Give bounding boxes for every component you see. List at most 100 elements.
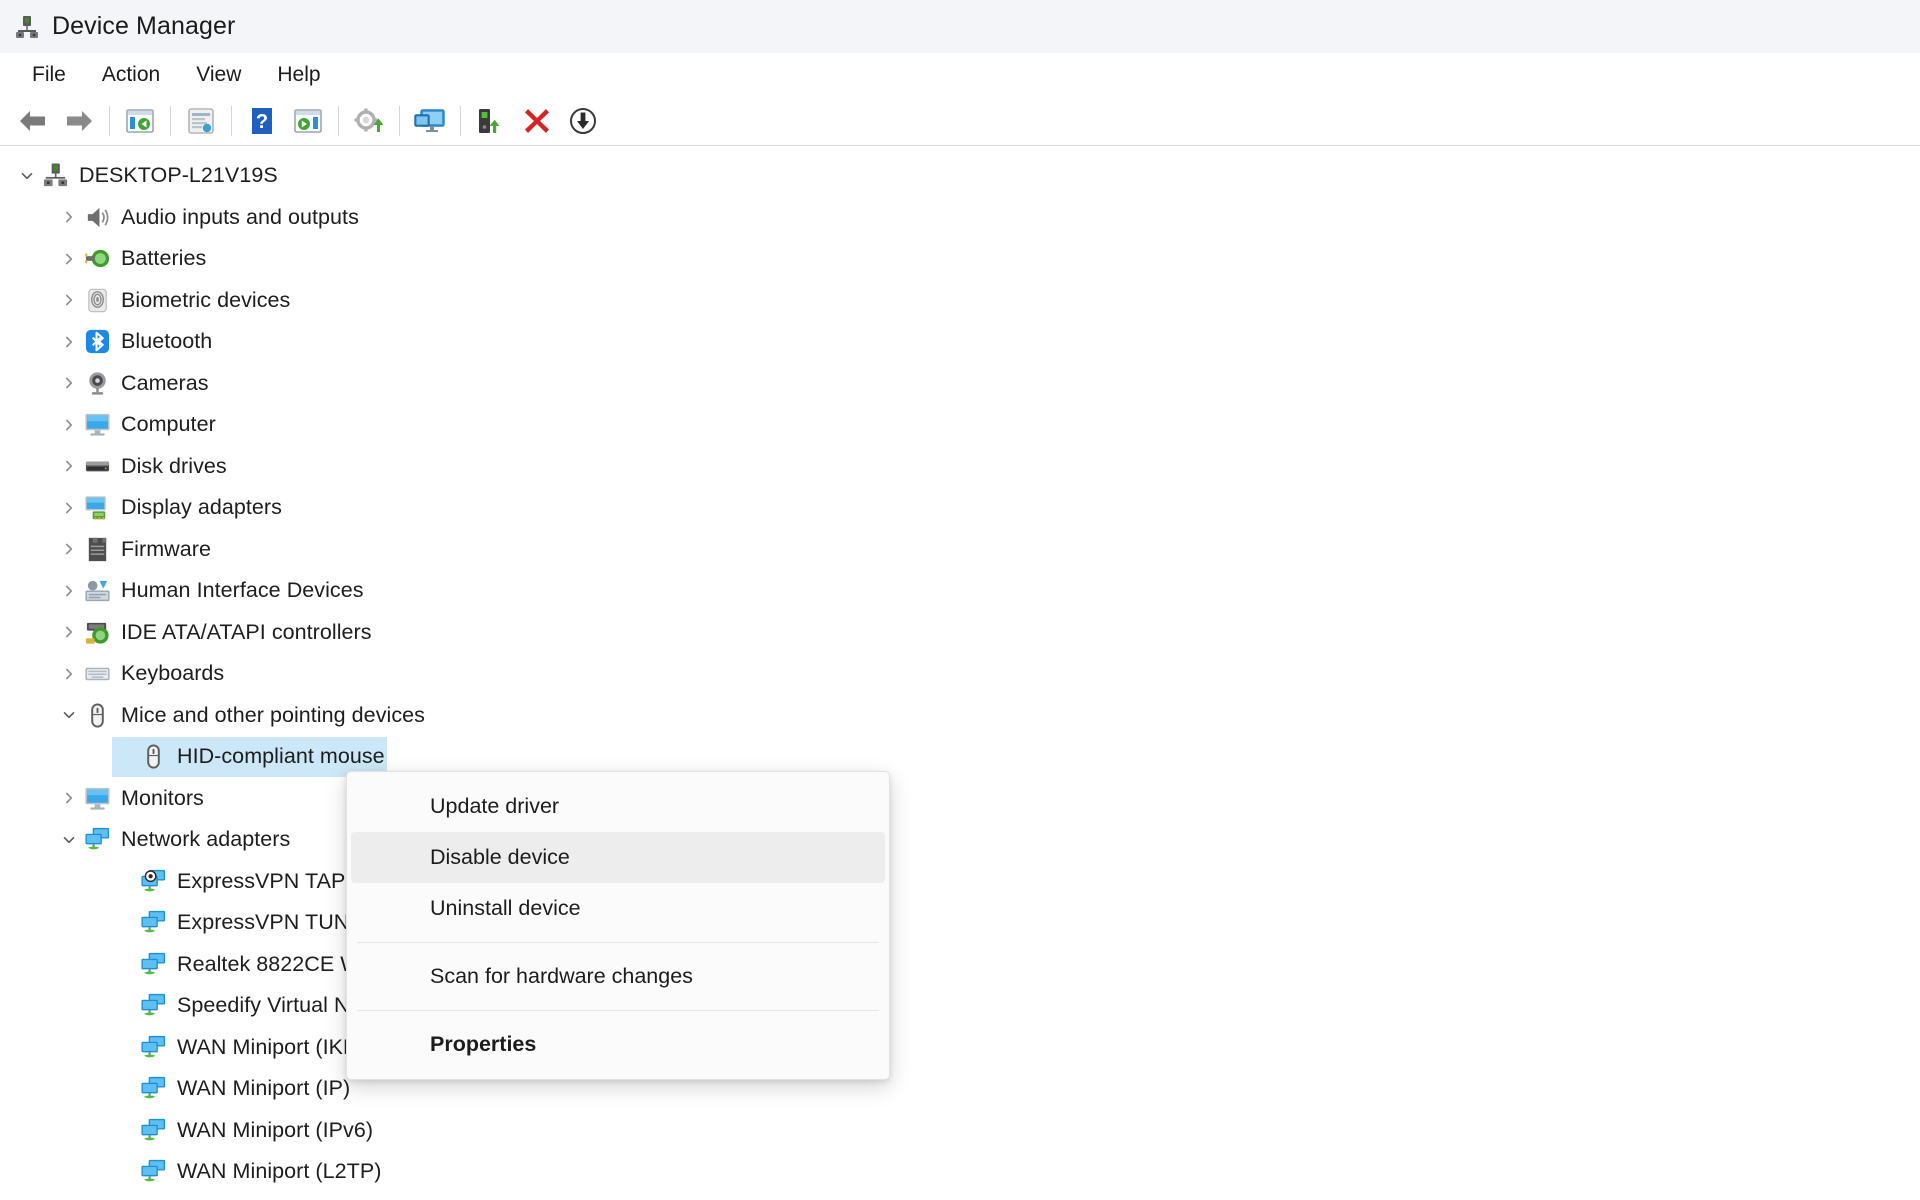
disable-device-button[interactable] xyxy=(560,101,606,141)
tree-item[interactable]: Audio inputs and outputs xyxy=(0,197,1920,239)
tree-item[interactable]: Display adapters xyxy=(0,487,1920,529)
back-button[interactable] xyxy=(10,101,56,141)
tree-item[interactable]: Bluetooth xyxy=(0,321,1920,363)
keyboard-icon xyxy=(84,660,111,687)
tree-expander[interactable] xyxy=(56,329,82,355)
context-menu-item[interactable]: Update driver xyxy=(351,781,885,832)
tree-expander[interactable] xyxy=(56,785,82,811)
tree-item[interactable]: ExpressVPN TAP Adapter xyxy=(0,861,1920,903)
properties-button[interactable] xyxy=(178,101,224,141)
tree-item-label: DESKTOP-L21V19S xyxy=(79,163,278,187)
monitor-icon xyxy=(85,787,110,810)
tree-item[interactable]: WAN Miniport (IKEv2) xyxy=(0,1027,1920,1069)
hid-icon xyxy=(84,577,111,604)
scan-hardware-icon xyxy=(414,108,445,132)
tree-item[interactable]: Firmware xyxy=(0,529,1920,571)
menu-action[interactable]: Action xyxy=(86,60,176,90)
chevron-right-icon xyxy=(66,294,73,306)
tree-item-label: HID-compliant mouse xyxy=(177,744,385,768)
tree-item[interactable]: HID-compliant mouse xyxy=(0,736,1920,778)
tree-expander[interactable] xyxy=(56,412,82,438)
tree-item[interactable]: Realtek 8822CE Wireless LAN 802.11ac PCI… xyxy=(0,944,1920,986)
tree-item[interactable]: Human Interface Devices xyxy=(0,570,1920,612)
tree-item-label: Computer xyxy=(121,412,216,436)
device-tree-panel[interactable]: DESKTOP-L21V19S Audio inputs and outputs B… xyxy=(0,146,1920,1200)
properties-icon xyxy=(188,107,214,134)
tree-expander[interactable] xyxy=(56,453,82,479)
network-adapter-icon xyxy=(140,1117,167,1144)
help-button[interactable]: ? xyxy=(239,101,285,141)
tree-expander xyxy=(112,868,138,894)
tree-expander[interactable] xyxy=(56,827,82,853)
scan-for-hardware-changes-button[interactable] xyxy=(407,101,453,141)
show-hide-console-tree-button[interactable] xyxy=(117,101,163,141)
computer-root-icon xyxy=(43,163,68,187)
device-context-menu[interactable]: Update driver Disable device Uninstall dev… xyxy=(346,771,890,1080)
tree-expander[interactable] xyxy=(56,495,82,521)
menu-file[interactable]: File xyxy=(16,60,82,90)
tree-item[interactable]: WAN Miniport (IPv6) xyxy=(0,1110,1920,1152)
tree-item[interactable]: Network adapters xyxy=(0,819,1920,861)
menu-bar: File Action View Help xyxy=(0,53,1920,96)
biometric-icon xyxy=(84,287,111,314)
enable-device-button[interactable] xyxy=(468,101,514,141)
chevron-right-icon xyxy=(66,419,73,431)
tree-item[interactable]: Cameras xyxy=(0,363,1920,405)
tree-item[interactable]: Speedify Virtual Network Adapter xyxy=(0,985,1920,1027)
tree-item[interactable]: Disk drives xyxy=(0,446,1920,488)
biometric-icon xyxy=(88,288,107,312)
tree-item[interactable]: Batteries xyxy=(0,238,1920,280)
monitor-icon xyxy=(84,785,111,812)
tree-item[interactable]: WAN Miniport (IP) xyxy=(0,1068,1920,1110)
tree-expander[interactable] xyxy=(56,536,82,562)
network-adapter-icon xyxy=(141,1077,166,1099)
red-x-icon xyxy=(525,108,549,133)
menu-view[interactable]: View xyxy=(180,60,257,90)
forward-button[interactable] xyxy=(56,101,102,141)
network-adapter-icon xyxy=(141,911,166,933)
tree-item[interactable]: IDE ATA/ATAPI controllers xyxy=(0,612,1920,654)
tree-item-label: Disk drives xyxy=(121,453,227,478)
tree-expander[interactable] xyxy=(56,661,82,687)
show-hide-action-pane-button[interactable] xyxy=(285,101,331,141)
chevron-right-icon xyxy=(66,792,73,804)
tree-item[interactable]: WAN Miniport (L2TP) xyxy=(0,1151,1920,1193)
tree-expander[interactable] xyxy=(56,246,82,272)
tree-item[interactable]: Computer xyxy=(0,404,1920,446)
keyboard-icon xyxy=(85,667,110,681)
uninstall-device-button[interactable] xyxy=(514,101,560,141)
context-menu-item[interactable]: Scan for hardware changes xyxy=(351,951,885,1002)
menu-help[interactable]: Help xyxy=(261,60,336,90)
tree-expander[interactable] xyxy=(56,578,82,604)
network-adapter-icon xyxy=(141,994,166,1016)
network-adapter-icon xyxy=(140,1034,167,1061)
tree-expander[interactable] xyxy=(56,287,82,313)
tree-item[interactable]: Keyboards xyxy=(0,653,1920,695)
speaker-icon xyxy=(87,207,109,227)
tree-item[interactable]: Monitors xyxy=(0,778,1920,820)
tree-expander[interactable] xyxy=(56,204,82,230)
tree-item[interactable]: Biometric devices xyxy=(0,280,1920,322)
tree-item[interactable]: DESKTOP-L21V19S xyxy=(0,155,1920,197)
tree-expander[interactable] xyxy=(56,370,82,396)
ide-controller-icon xyxy=(84,619,111,646)
title-bar: Device Manager xyxy=(0,0,1920,53)
tree-expander[interactable] xyxy=(56,619,82,645)
tree-item[interactable]: ExpressVPN TUN Driver xyxy=(0,902,1920,944)
tree-expander[interactable] xyxy=(56,702,82,728)
camera-icon xyxy=(89,372,106,395)
context-menu-item[interactable]: Uninstall device xyxy=(351,883,885,934)
console-tree-icon xyxy=(126,108,154,133)
hid-icon xyxy=(85,581,110,602)
device-tree: DESKTOP-L21V19S Audio inputs and outputs B… xyxy=(0,146,1920,1193)
tree-expander[interactable] xyxy=(14,163,40,189)
tree-item[interactable]: Mice and other pointing devices xyxy=(0,695,1920,737)
update-driver-button[interactable] xyxy=(346,101,392,141)
context-menu-item[interactable]: Properties xyxy=(351,1019,885,1070)
display-adapter-icon xyxy=(85,496,106,520)
tree-expander xyxy=(112,951,138,977)
computer-root-icon xyxy=(42,162,69,189)
context-menu-item[interactable]: Disable device xyxy=(351,832,885,883)
toolbar-separator-2 xyxy=(170,105,171,136)
network-adapter-icon xyxy=(85,828,110,850)
